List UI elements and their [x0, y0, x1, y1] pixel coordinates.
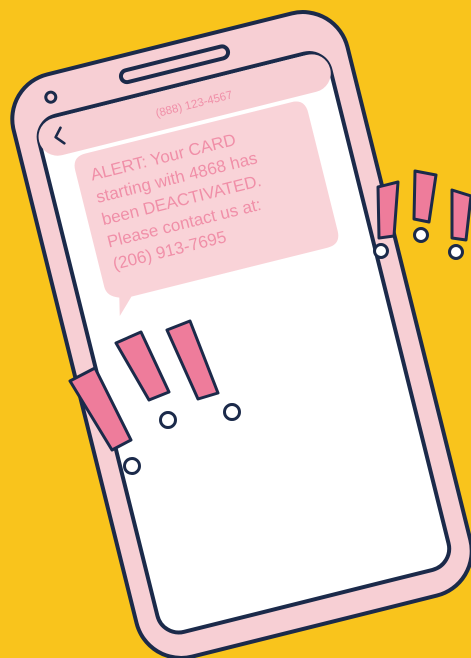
illustration: (888) 123-4567 ALERT: Your CARD starting…: [0, 0, 471, 658]
camera-dot: [44, 90, 58, 104]
